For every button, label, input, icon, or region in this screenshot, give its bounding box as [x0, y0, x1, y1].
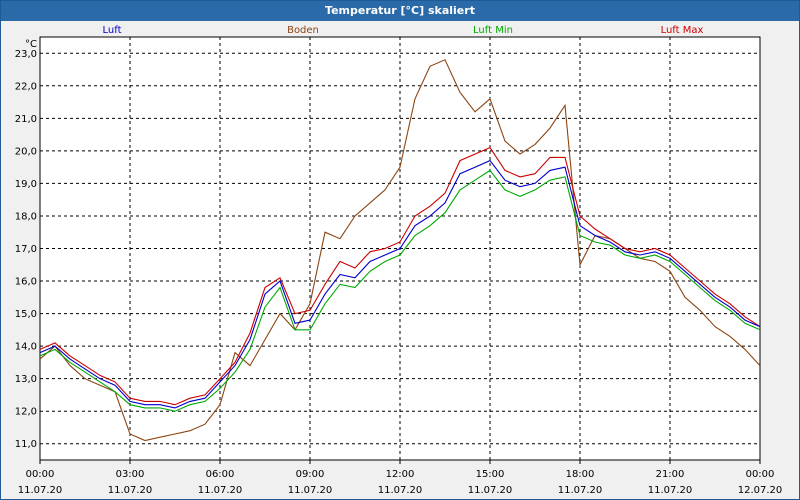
x-tick-time: 00:00 — [746, 469, 775, 480]
x-tick-date: 11.07.20 — [108, 485, 153, 496]
x-tick-date: 11.07.20 — [198, 485, 243, 496]
x-tick-time: 03:00 — [116, 469, 145, 480]
y-axis-unit: °C — [25, 39, 37, 50]
x-tick-date: 11.07.20 — [648, 485, 693, 496]
y-tick-label: 19,0 — [15, 179, 37, 190]
y-tick-label: 15,0 — [15, 309, 37, 320]
y-tick-label: 14,0 — [15, 342, 37, 353]
y-tick-label: 13,0 — [15, 374, 37, 385]
x-tick-time: 00:00 — [26, 469, 55, 480]
x-tick-time: 15:00 — [476, 469, 505, 480]
legend-luft-max: Luft Max — [661, 25, 704, 36]
y-tick-label: 23,0 — [15, 49, 37, 60]
legend-luft-min: Luft Min — [473, 25, 513, 36]
x-tick-date: 12.07.20 — [738, 485, 783, 496]
x-tick-time: 06:00 — [206, 469, 235, 480]
x-tick-date: 11.07.20 — [468, 485, 513, 496]
y-tick-label: 21,0 — [15, 114, 37, 125]
x-tick-time: 09:00 — [296, 469, 325, 480]
y-tick-label: 16,0 — [15, 277, 37, 288]
legend-luft: Luft — [103, 25, 122, 36]
x-tick-date: 11.07.20 — [288, 485, 333, 496]
y-tick-label: 22,0 — [15, 81, 37, 92]
x-tick-date: 11.07.20 — [18, 485, 63, 496]
x-tick-date: 11.07.20 — [558, 485, 603, 496]
y-tick-label: 11,0 — [15, 439, 37, 450]
x-tick-time: 18:00 — [566, 469, 595, 480]
x-tick-time: 12:00 — [386, 469, 415, 480]
y-tick-label: 12,0 — [15, 407, 37, 418]
x-tick-time: 21:00 — [656, 469, 685, 480]
x-tick-date: 11.07.20 — [378, 485, 423, 496]
y-tick-label: 18,0 — [15, 211, 37, 222]
temperature-chart: 11,0 12,0 13,0 14,0 15,0 16,0 17,0 18,0 19,0 20,0… — [15, 25, 783, 496]
legend-boden: Boden — [287, 25, 319, 36]
y-tick-label: 17,0 — [15, 244, 37, 255]
y-tick-label: 20,0 — [15, 146, 37, 157]
